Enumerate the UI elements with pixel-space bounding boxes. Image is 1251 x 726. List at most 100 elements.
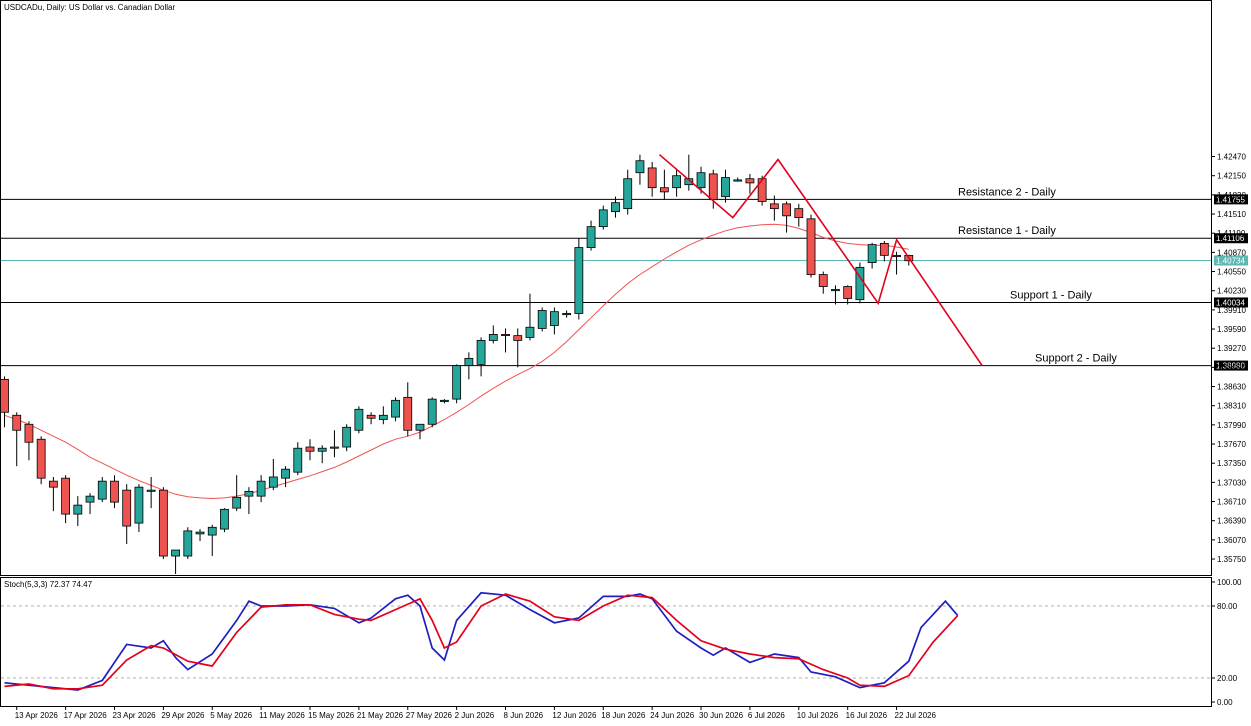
stoch-tick-label: 0.00 <box>1217 698 1233 707</box>
stoch-tick-label: 80.00 <box>1217 602 1238 611</box>
chart-window[interactable]: USDCADu, Daily: US Dollar vs. Canadian D… <box>0 0 1251 721</box>
candle-body <box>452 365 462 400</box>
price-tick-label: 1.37990 <box>1217 421 1246 430</box>
candle-body <box>391 399 400 418</box>
candle-body <box>146 489 156 492</box>
candle-body <box>122 489 132 527</box>
price-tick-label: 1.41510 <box>1217 210 1246 219</box>
price-tick-label: 1.37670 <box>1217 440 1246 449</box>
time-tick-label: 15 May 2026 <box>308 711 355 720</box>
candle-body <box>696 172 706 189</box>
candle-body <box>879 242 889 256</box>
candle-body <box>85 495 95 503</box>
candle-body <box>586 226 596 248</box>
price-tick-label: 1.42150 <box>1217 172 1246 181</box>
candle-body <box>268 476 278 488</box>
candle-body <box>415 423 425 431</box>
price-tick-label: 1.38950 <box>1217 363 1246 372</box>
level-name: Support 1 - Daily <box>1010 289 1092 301</box>
candle-body <box>232 496 242 509</box>
price-tick-label: 1.35750 <box>1217 555 1246 564</box>
price-tick-label: 1.40230 <box>1217 287 1246 296</box>
candle <box>342 424 352 452</box>
candle <box>452 364 462 404</box>
price-tick-label: 1.36390 <box>1217 517 1246 526</box>
candle <box>574 238 584 320</box>
time-tick-label: 17 Apr 2026 <box>64 711 108 720</box>
candle-body <box>501 334 510 337</box>
candle <box>855 262 865 304</box>
price-tick-label: 1.36710 <box>1217 498 1246 507</box>
price-tick-label: 1.38630 <box>1217 383 1246 392</box>
price-panel-frame <box>0 0 1212 576</box>
time-tick-label: 16 Jul 2026 <box>846 711 888 720</box>
candle-body <box>647 167 657 189</box>
time-tick-label: 24 Jun 2026 <box>650 711 695 720</box>
time-tick-label: 5 May 2026 <box>210 711 252 720</box>
candle-body <box>317 447 327 452</box>
candle-body <box>721 177 730 198</box>
price-tick-label: 1.40870 <box>1217 248 1246 257</box>
price-axis: 1.42470 1.42150 1.41830 1.41510 1.41190 1.408… <box>1211 153 1246 564</box>
candle-body <box>623 178 633 210</box>
stoch-tick-label: 100.00 <box>1217 578 1242 587</box>
time-tick-label: 30 Jun 2026 <box>699 711 744 720</box>
price-tick-label: 1.42470 <box>1217 153 1246 162</box>
candle-body <box>440 399 449 402</box>
time-tick-label: 29 Apr 2026 <box>161 711 205 720</box>
candle-body <box>110 480 119 503</box>
candle-body <box>281 468 290 479</box>
price-tick-label: 1.36070 <box>1217 536 1246 545</box>
candle-body <box>97 480 107 500</box>
price-tick-label: 1.37350 <box>1217 459 1246 468</box>
time-tick-label: 13 Apr 2026 <box>15 711 59 720</box>
candle-body <box>757 178 767 202</box>
candle-body <box>134 486 144 524</box>
level-name: Support 2 - Daily <box>1035 353 1117 365</box>
price-tick-label: 1.40550 <box>1217 268 1246 277</box>
level-price-text: 1.40734 <box>1216 257 1245 266</box>
candle-body <box>305 446 315 452</box>
time-tick-label: 6 Jul 2026 <box>748 711 785 720</box>
candle-body <box>708 173 718 201</box>
time-tick-label: 11 May 2026 <box>259 711 305 720</box>
price-tick-label: 1.39590 <box>1217 325 1246 334</box>
time-tick-label: 23 Apr 2026 <box>112 711 156 720</box>
price-tick-label: 1.41830 <box>1217 191 1246 200</box>
candle-body <box>330 446 339 449</box>
stoch-title: Stoch(5,3,3) 72.37 74.47 <box>4 580 93 589</box>
level-name: Resistance 1 - Daily <box>958 225 1056 237</box>
candle-body <box>366 414 376 419</box>
candle-body <box>769 203 779 210</box>
candle <box>220 508 229 533</box>
time-tick-label: 2 Jun 2026 <box>455 711 495 720</box>
candle-body <box>892 254 901 257</box>
candle-body <box>476 340 486 365</box>
candle-body <box>73 504 83 515</box>
candle-body <box>220 508 229 530</box>
candle-body <box>12 414 22 431</box>
candle-body <box>550 311 559 326</box>
time-tick-label: 8 Jun 2026 <box>504 711 544 720</box>
time-tick-label: 18 Jun 2026 <box>601 711 646 720</box>
candle-body <box>158 489 168 557</box>
candle-body <box>354 408 364 431</box>
candle-body <box>48 480 58 488</box>
candle-body <box>488 334 498 341</box>
candle-body <box>24 423 34 443</box>
candle-body <box>464 357 474 366</box>
candle <box>537 307 547 332</box>
candle-body <box>794 208 804 219</box>
candle-body <box>61 477 70 515</box>
stoch-tick-label: 20.00 <box>1217 674 1238 683</box>
candle-body <box>782 203 791 217</box>
time-tick-label: 10 Jul 2026 <box>797 711 839 720</box>
candle-body <box>745 178 755 184</box>
candle-body <box>611 202 620 213</box>
candle-body <box>562 313 572 316</box>
chart-svg: USDCADu, Daily: US Dollar vs. Canadian D… <box>0 0 1248 720</box>
price-tick-label: 1.39910 <box>1217 306 1246 315</box>
candle-body <box>183 530 193 557</box>
price-tick-label: 1.38310 <box>1217 402 1246 411</box>
candle <box>36 436 46 485</box>
